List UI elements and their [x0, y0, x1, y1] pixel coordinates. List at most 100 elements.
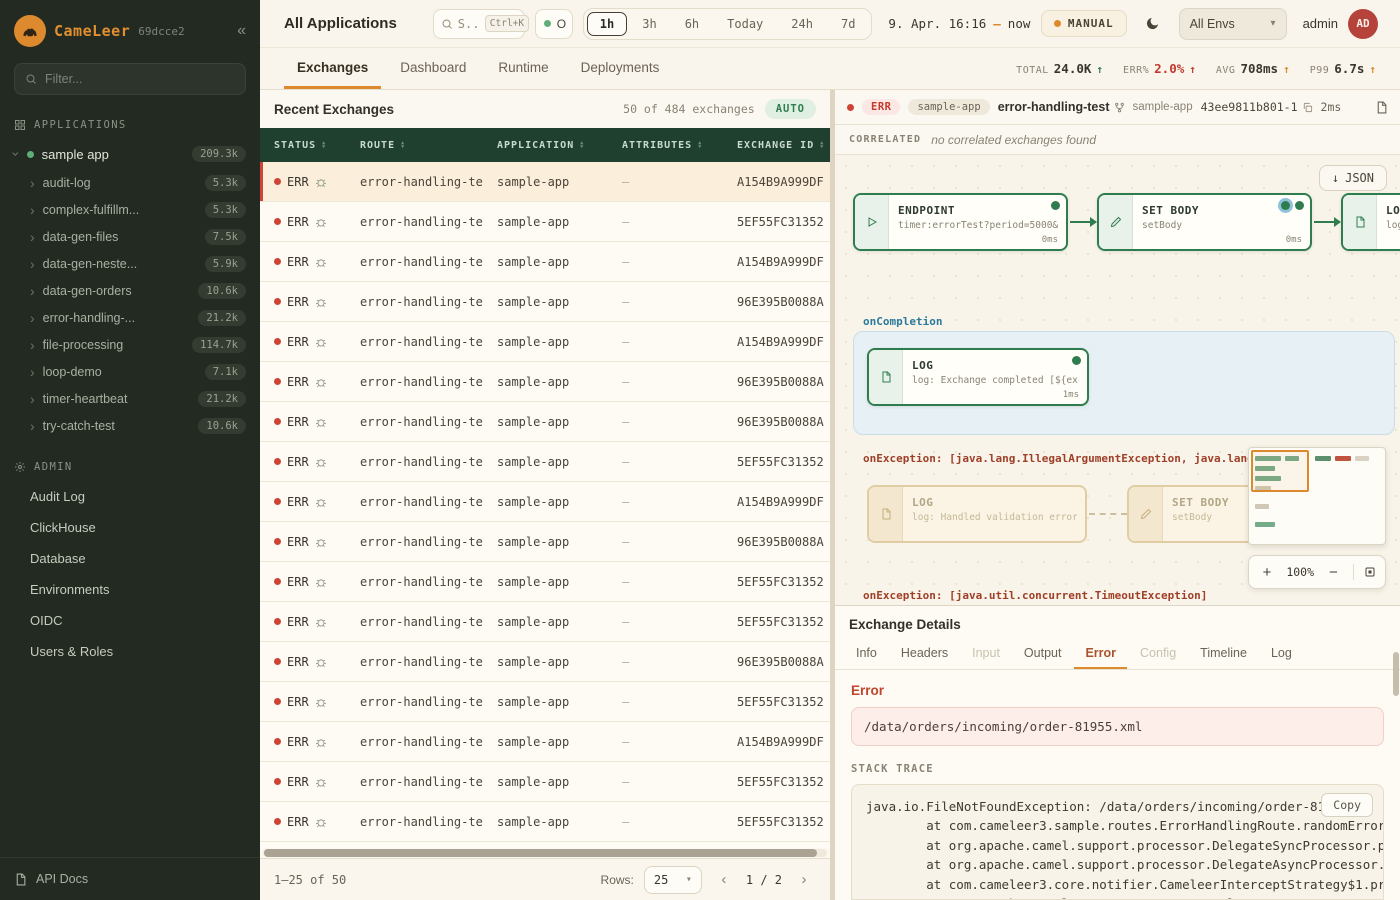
table-row[interactable]: ERRerror-handling-testsample-app—96E395B… [260, 362, 830, 402]
sidebar-route-data-gen-orders[interactable]: ›data-gen-orders10.6k [0, 277, 260, 304]
download-json-button[interactable]: ↓ JSON [1319, 165, 1387, 191]
table-row[interactable]: ERRerror-handling-testsample-app—96E395B… [260, 642, 830, 682]
document-icon[interactable] [1375, 101, 1388, 114]
detail-tab-config[interactable]: Config [1129, 639, 1187, 669]
table-row[interactable]: ERRerror-handling-testsample-app—A154B9A… [260, 322, 830, 362]
user-name: admin [1303, 16, 1338, 31]
zoom-in-button[interactable]: + [1258, 564, 1276, 581]
time-range-7d[interactable]: 7d [828, 12, 868, 36]
tab-dashboard[interactable]: Dashboard [387, 48, 479, 89]
column-header-application[interactable]: APPLICATION▲▼ [483, 128, 608, 162]
sidebar-route-audit-log[interactable]: ›audit-log5.3k [0, 169, 260, 196]
table-row[interactable]: ERRerror-handling-testsample-app—5EF55FC… [260, 202, 830, 242]
time-range-24h[interactable]: 24h [778, 12, 826, 36]
table-row[interactable]: ERRerror-handling-testsample-app—5EF55FC… [260, 562, 830, 602]
table-row[interactable]: ERRerror-handling-testsample-app—5EF55FC… [260, 762, 830, 802]
tab-exchanges[interactable]: Exchanges [284, 48, 381, 89]
table-row[interactable]: ERRerror-handling-testsample-app—5EF55FC… [260, 802, 830, 842]
flow-node-exception-log[interactable]: LOG log: Handled validation error: ${exc… [867, 485, 1087, 543]
copy-button[interactable]: Copy [1321, 793, 1373, 817]
attributes-cell: — [608, 775, 723, 789]
date-range[interactable]: 9. Apr. 16:16 — now [888, 16, 1030, 31]
time-range-6h[interactable]: 6h [672, 12, 712, 36]
flow-node-set-body[interactable]: SET BODY setBody 0ms [1097, 193, 1312, 251]
admin-item-database[interactable]: Database [0, 543, 260, 574]
table-row[interactable]: ERRerror-handling-testsample-app—A154B9A… [260, 482, 830, 522]
route-flow-canvas[interactable]: ↓ JSON ENDPOINT timer:errorTest?period=5… [835, 155, 1400, 605]
minimap[interactable] [1248, 447, 1386, 545]
tab-deployments[interactable]: Deployments [568, 48, 673, 89]
detail-tab-error[interactable]: Error [1074, 639, 1127, 669]
detail-tab-input[interactable]: Input [961, 639, 1011, 669]
sidebar-app-sample-app[interactable]: › sample app 209.3k [0, 139, 260, 169]
detail-tab-headers[interactable]: Headers [890, 639, 959, 669]
exchange-detail-header: ERR sample-app error-handling-test sampl… [835, 90, 1400, 125]
sidebar-route-data-gen-files[interactable]: ›data-gen-files7.5k [0, 223, 260, 250]
stack-trace-line: java.io.FileNotFoundException: /data/ord… [866, 797, 1369, 816]
zoom-fit-button[interactable] [1364, 566, 1376, 578]
exchange-id-cell: 5EF55FC31352 [723, 455, 830, 469]
dark-mode-toggle[interactable] [1137, 9, 1169, 39]
detail-tab-timeline[interactable]: Timeline [1189, 639, 1258, 669]
admin-item-environments[interactable]: Environments [0, 574, 260, 605]
download-icon: ↓ [1332, 171, 1339, 185]
column-header-attributes[interactable]: ATTRIBUTES▲▼ [608, 128, 723, 162]
sidebar-filter[interactable] [14, 63, 246, 95]
flow-node-log[interactable]: LOG log: Sta [1341, 193, 1400, 251]
flow-node-endpoint[interactable]: ENDPOINT timer:errorTest?period=5000&del… [853, 193, 1068, 251]
admin-item-clickhouse[interactable]: ClickHouse [0, 512, 260, 543]
minimap-viewport[interactable] [1251, 450, 1309, 492]
filter-input[interactable] [45, 72, 235, 86]
table-row[interactable]: ERRerror-handling-testsample-app—96E395B… [260, 402, 830, 442]
admin-item-oidc[interactable]: OIDC [0, 605, 260, 636]
sidebar-collapse-button[interactable]: « [237, 23, 246, 39]
table-row[interactable]: ERRerror-handling-testsample-app—A154B9A… [260, 242, 830, 282]
column-header-status[interactable]: STATUS▲▼ [260, 128, 346, 162]
live-status-toggle[interactable]: O [535, 9, 573, 39]
column-header-exchange-id[interactable]: EXCHANGE ID▲▼ [723, 128, 830, 162]
chevron-right-icon: › [30, 203, 35, 217]
detail-tab-output[interactable]: Output [1013, 639, 1073, 669]
admin-item-users-roles[interactable]: Users & Roles [0, 636, 260, 667]
time-range-1h[interactable]: 1h [587, 12, 627, 36]
sidebar-route-complex-fulfillm[interactable]: ›complex-fulfillm...5.3k [0, 196, 260, 223]
global-search[interactable]: Ctrl+K [433, 9, 525, 39]
sidebar-route-error-handling[interactable]: ›error-handling-...21.2k [0, 304, 260, 331]
api-docs-link[interactable]: API Docs [0, 857, 260, 900]
environment-selector[interactable]: All Envs ▾ [1179, 8, 1287, 40]
table-row[interactable]: ERRerror-handling-testsample-app—5EF55FC… [260, 682, 830, 722]
search-input[interactable] [458, 17, 480, 31]
sidebar-route-data-gen-neste[interactable]: ›data-gen-neste...5.9k [0, 250, 260, 277]
next-page-button[interactable]: › [792, 868, 816, 892]
time-range-3h[interactable]: 3h [629, 12, 669, 36]
admin-item-audit-log[interactable]: Audit Log [0, 481, 260, 512]
horizontal-scrollbar[interactable] [263, 849, 827, 857]
sidebar-route-try-catch-test[interactable]: ›try-catch-test10.6k [0, 412, 260, 439]
table-row[interactable]: ERRerror-handling-testsample-app—96E395B… [260, 282, 830, 322]
sidebar-route-loop-demo[interactable]: ›loop-demo7.1k [0, 358, 260, 385]
exchange-id[interactable]: 43ee9811b801-1 [1201, 100, 1313, 114]
table-row[interactable]: ERRerror-handling-testsample-app—96E395B… [260, 522, 830, 562]
manual-mode-button[interactable]: MANUAL [1041, 10, 1127, 37]
table-row[interactable]: ERRerror-handling-testsample-app—A154B9A… [260, 722, 830, 762]
user-avatar[interactable]: AD [1348, 9, 1378, 39]
tab-runtime[interactable]: Runtime [485, 48, 561, 89]
status-cell: ERR [260, 535, 346, 549]
detail-tab-info[interactable]: Info [845, 639, 888, 669]
table-row[interactable]: ERRerror-handling-testsample-app—5EF55FC… [260, 442, 830, 482]
copy-icon[interactable] [1302, 102, 1313, 113]
detail-tab-log[interactable]: Log [1260, 639, 1303, 669]
auto-refresh-badge[interactable]: AUTO [765, 99, 816, 119]
flow-node-completion-log[interactable]: LOG log: Exchange completed [${exchan 1m… [867, 348, 1089, 406]
sidebar-route-timer-heartbeat[interactable]: ›timer-heartbeat21.2k [0, 385, 260, 412]
table-row[interactable]: ERRerror-handling-testsample-app—5EF55FC… [260, 602, 830, 642]
column-header-route[interactable]: ROUTE▲▼ [346, 128, 483, 162]
sidebar-route-file-processing[interactable]: ›file-processing114.7k [0, 331, 260, 358]
time-range-today[interactable]: Today [714, 12, 776, 36]
rows-per-page-select[interactable]: 25 ▾ [644, 866, 702, 894]
vertical-scrollbar[interactable] [1393, 652, 1399, 696]
prev-page-button[interactable]: ‹ [712, 868, 736, 892]
zoom-out-button[interactable]: − [1324, 564, 1342, 581]
scrollbar-thumb[interactable] [264, 849, 817, 857]
table-row[interactable]: ERRerror-handling-testsample-app—A154B9A… [260, 162, 830, 202]
